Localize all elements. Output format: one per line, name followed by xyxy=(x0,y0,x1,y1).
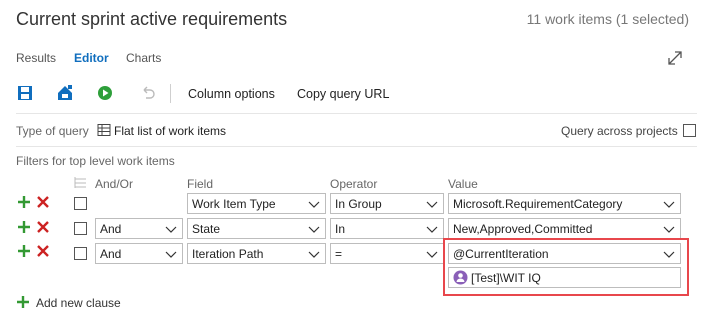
header-and-or: And/Or xyxy=(95,177,134,191)
row-checkbox[interactable] xyxy=(74,197,87,210)
filters-section-label: Filters for top level work items xyxy=(16,154,175,168)
add-icon[interactable] xyxy=(18,245,30,257)
and-or-select[interactable]: And xyxy=(95,243,183,264)
tab-editor[interactable]: Editor xyxy=(74,51,109,65)
value-select[interactable]: New,Approved,Committed xyxy=(448,218,681,239)
header-value: Value xyxy=(448,177,478,191)
tab-charts[interactable]: Charts xyxy=(126,51,161,65)
header-operator: Operator xyxy=(330,177,378,191)
add-icon[interactable] xyxy=(18,221,30,233)
chevron-down-icon xyxy=(663,226,675,233)
field-select[interactable]: Work Item Type xyxy=(187,193,326,214)
field-select[interactable]: Iteration Path xyxy=(187,243,326,264)
query-type-value[interactable]: Flat list of work items xyxy=(114,124,226,138)
chevron-down-icon xyxy=(663,201,675,208)
and-or-select[interactable]: And xyxy=(95,218,183,239)
operator-value: In Group xyxy=(335,197,382,211)
chevron-down-icon xyxy=(308,251,320,258)
query-across-projects-label: Query across projects xyxy=(561,124,678,138)
field-select[interactable]: State xyxy=(187,218,326,239)
save-icon[interactable] xyxy=(16,84,34,102)
remove-icon[interactable] xyxy=(37,196,49,208)
save-as-icon[interactable] xyxy=(56,84,74,102)
divider xyxy=(16,146,697,147)
query-across-projects-checkbox[interactable] xyxy=(683,124,696,137)
field-value: Work Item Type xyxy=(192,197,276,211)
chevron-down-icon xyxy=(165,251,177,258)
add-new-clause-button[interactable]: Add new clause xyxy=(36,296,121,310)
group-rows-icon[interactable] xyxy=(74,176,87,189)
copy-query-url-button[interactable]: Copy query URL xyxy=(297,87,389,101)
field-value: State xyxy=(192,222,221,236)
page-title: Current sprint active requirements xyxy=(16,9,288,29)
chevron-down-icon xyxy=(426,251,438,258)
header-field: Field xyxy=(187,177,214,191)
value-select[interactable]: Microsoft.RequirementCategory xyxy=(448,193,681,214)
operator-select[interactable]: In Group xyxy=(330,193,444,214)
undo-icon[interactable] xyxy=(138,84,156,102)
operator-value: = xyxy=(335,247,343,261)
divider xyxy=(16,113,697,114)
remove-icon[interactable] xyxy=(37,221,49,233)
value-text: Microsoft.RequirementCategory xyxy=(453,197,623,211)
highlight-box xyxy=(443,238,689,296)
row-checkbox[interactable] xyxy=(74,222,87,235)
operator-value: In xyxy=(335,222,346,236)
toolbar-separator xyxy=(170,84,171,103)
row-checkbox[interactable] xyxy=(74,247,87,260)
query-type-label: Type of query xyxy=(16,124,89,138)
expand-icon[interactable] xyxy=(666,49,684,67)
value-text: New,Approved,Committed xyxy=(453,222,593,236)
remove-icon[interactable] xyxy=(37,245,49,257)
column-options-button[interactable]: Column options xyxy=(188,87,275,101)
field-value: Iteration Path xyxy=(192,247,264,261)
run-icon[interactable] xyxy=(96,84,114,102)
operator-select[interactable]: In xyxy=(330,218,444,239)
chevron-down-icon xyxy=(308,201,320,208)
and-or-value: And xyxy=(100,247,122,261)
tab-results[interactable]: Results xyxy=(16,51,56,65)
operator-select[interactable]: = xyxy=(330,243,444,264)
list-icon xyxy=(97,124,111,136)
work-item-count: 11 work items (1 selected) xyxy=(526,11,689,27)
and-or-value: And xyxy=(100,222,122,236)
chevron-down-icon xyxy=(426,226,438,233)
add-icon[interactable] xyxy=(17,296,29,308)
chevron-down-icon xyxy=(165,226,177,233)
chevron-down-icon xyxy=(308,226,320,233)
chevron-down-icon xyxy=(426,201,438,208)
add-icon[interactable] xyxy=(18,196,30,208)
